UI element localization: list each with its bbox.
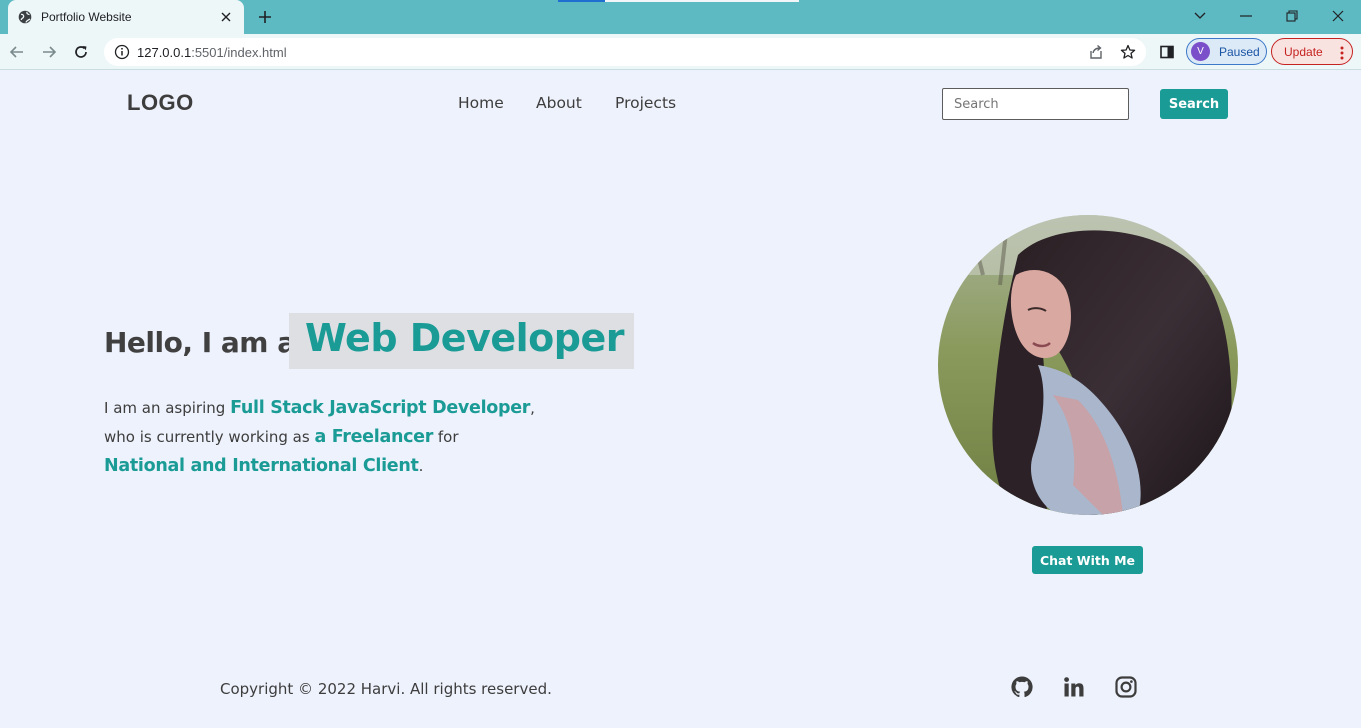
profile-button[interactable]: V Paused <box>1186 38 1267 65</box>
intro-text: I am an aspiring <box>104 399 231 417</box>
search-button[interactable]: Search <box>1160 89 1228 119</box>
forward-icon[interactable] <box>37 40 61 64</box>
browser-tab-strip: Portfolio Website <box>0 0 1361 34</box>
kebab-menu-icon[interactable] <box>1340 45 1344 60</box>
profile-photo <box>938 215 1238 515</box>
hero-intro: I am an aspiring Full Stack JavaScript D… <box>104 394 664 481</box>
browser-toolbar: 127.0.0.1:5501/index.html V Paused Updat… <box>0 34 1361 70</box>
star-icon[interactable] <box>1120 44 1136 60</box>
share-icon[interactable] <box>1088 44 1104 60</box>
linkedin-icon[interactable] <box>1062 675 1086 699</box>
nav-link-home[interactable]: Home <box>458 94 504 112</box>
intro-highlight: a Freelancer <box>314 427 434 447</box>
intro-text: for <box>433 428 459 446</box>
browser-tab[interactable]: Portfolio Website <box>8 0 244 34</box>
intro-text: who is currently working as <box>104 428 315 446</box>
window-close-icon[interactable] <box>1326 6 1350 26</box>
plus-icon[interactable] <box>255 7 275 27</box>
copyright-text: Copyright © 2022 Harvi. All rights reser… <box>220 680 552 698</box>
minimize-icon[interactable] <box>1234 6 1258 26</box>
avatar: V <box>1191 42 1210 61</box>
tab-title: Portfolio Website <box>41 10 132 24</box>
reload-icon[interactable] <box>69 40 93 64</box>
search-input[interactable] <box>942 88 1129 120</box>
back-icon[interactable] <box>5 40 29 64</box>
tab-search-icon[interactable] <box>1188 6 1212 26</box>
side-panel-icon[interactable] <box>1159 44 1175 60</box>
hero-greeting: Hello, I am a <box>104 326 296 359</box>
update-button[interactable]: Update <box>1271 38 1353 65</box>
intro-highlight: Full Stack JavaScript Developer <box>230 398 531 418</box>
intro-highlight: National and International Client <box>104 456 419 476</box>
nav-link-about[interactable]: About <box>536 94 582 112</box>
url-path: :5501/index.html <box>191 45 287 60</box>
close-icon[interactable] <box>218 9 234 25</box>
instagram-icon[interactable] <box>1114 675 1138 699</box>
nav-link-projects[interactable]: Projects <box>615 94 676 112</box>
intro-text: . <box>418 457 424 475</box>
restore-icon[interactable] <box>1280 6 1304 26</box>
hero-role: Web Developer <box>305 316 624 360</box>
url-host: 127.0.0.1 <box>137 45 192 60</box>
info-icon[interactable] <box>114 44 130 60</box>
globe-icon <box>18 10 32 24</box>
site-logo[interactable]: LOGO <box>127 90 194 116</box>
profile-status: Paused <box>1219 44 1260 59</box>
chat-with-me-button[interactable]: Chat With Me <box>1032 546 1143 574</box>
github-icon[interactable] <box>1010 675 1034 699</box>
intro-text: , <box>530 399 535 417</box>
tab-strip-accent-light <box>605 0 799 2</box>
url-text: 127.0.0.1:5501/index.html <box>137 45 287 60</box>
update-label: Update <box>1284 44 1323 59</box>
tab-strip-accent <box>558 0 605 2</box>
address-bar[interactable]: 127.0.0.1:5501/index.html <box>104 38 1146 66</box>
